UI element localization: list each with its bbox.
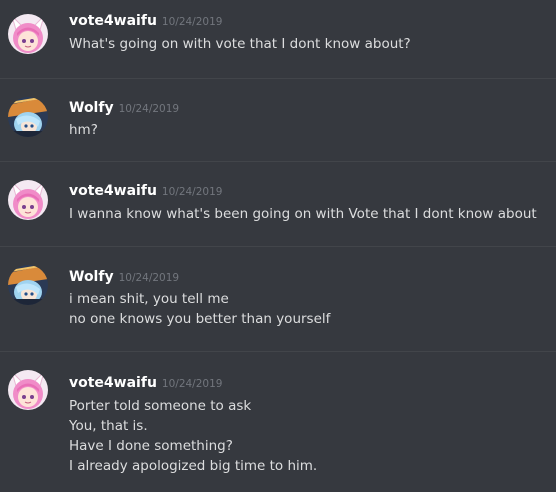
message-body: I wanna know what's been going on with V… — [69, 204, 548, 224]
message-body: Porter told someone to ask You, that is.… — [69, 396, 548, 476]
message-group: vote4waifu 10/24/2019 I wanna know what's… — [0, 162, 556, 246]
message-text: I already apologized big time to him. — [69, 458, 318, 474]
message-text: no one knows you better than yourself — [69, 311, 331, 327]
message-body: hm? — [69, 120, 548, 140]
blue-hair-character-avatar[interactable] — [8, 265, 48, 305]
message-text: I wanna know what's been going on with V… — [69, 206, 537, 222]
message-body: i mean shit, you tell me no one knows yo… — [69, 289, 548, 329]
pink-hair-girl-avatar[interactable] — [8, 14, 48, 54]
message-group: Wolfy 10/24/2019 hm? — [0, 79, 556, 161]
timestamp: 10/24/2019 — [161, 186, 223, 198]
message-header: vote4waifu 10/24/2019 — [69, 11, 222, 31]
message-group: vote4waifu 10/24/2019 What's going on wit… — [0, 0, 556, 78]
username[interactable]: Wolfy — [69, 100, 114, 116]
message-text: What's going on with vote that I dont kn… — [69, 36, 411, 52]
timestamp: 10/24/2019 — [161, 16, 223, 28]
message-header: vote4waifu 10/24/2019 — [69, 373, 222, 393]
timestamp: 10/24/2019 — [118, 272, 180, 284]
pink-hair-girl-avatar[interactable] — [8, 180, 48, 220]
timestamp: 10/24/2019 — [161, 378, 223, 390]
message-text: Porter told someone to ask — [69, 398, 252, 414]
message-body: What's going on with vote that I dont kn… — [69, 34, 548, 54]
message-header: Wolfy 10/24/2019 — [69, 267, 179, 287]
message-text: hm? — [69, 122, 98, 138]
message-text: Have I done something? — [69, 438, 233, 454]
message-header: vote4waifu 10/24/2019 — [69, 181, 222, 201]
username[interactable]: vote4waifu — [69, 13, 157, 29]
username[interactable]: vote4waifu — [69, 375, 157, 391]
message-text: i mean shit, you tell me — [69, 291, 229, 307]
chat-log: vote4waifu 10/24/2019 What's going on wit… — [0, 0, 556, 492]
username[interactable]: vote4waifu — [69, 183, 157, 199]
message-group: Wolfy 10/24/2019 i mean shit, you tell me… — [0, 247, 556, 351]
pink-hair-girl-avatar[interactable] — [8, 370, 48, 410]
blue-hair-character-avatar[interactable] — [8, 97, 48, 137]
message-group: vote4waifu 10/24/2019 Porter told someone… — [0, 352, 556, 492]
username[interactable]: Wolfy — [69, 269, 114, 285]
message-text: You, that is. — [69, 418, 148, 434]
timestamp: 10/24/2019 — [118, 103, 180, 115]
message-header: Wolfy 10/24/2019 — [69, 98, 179, 118]
